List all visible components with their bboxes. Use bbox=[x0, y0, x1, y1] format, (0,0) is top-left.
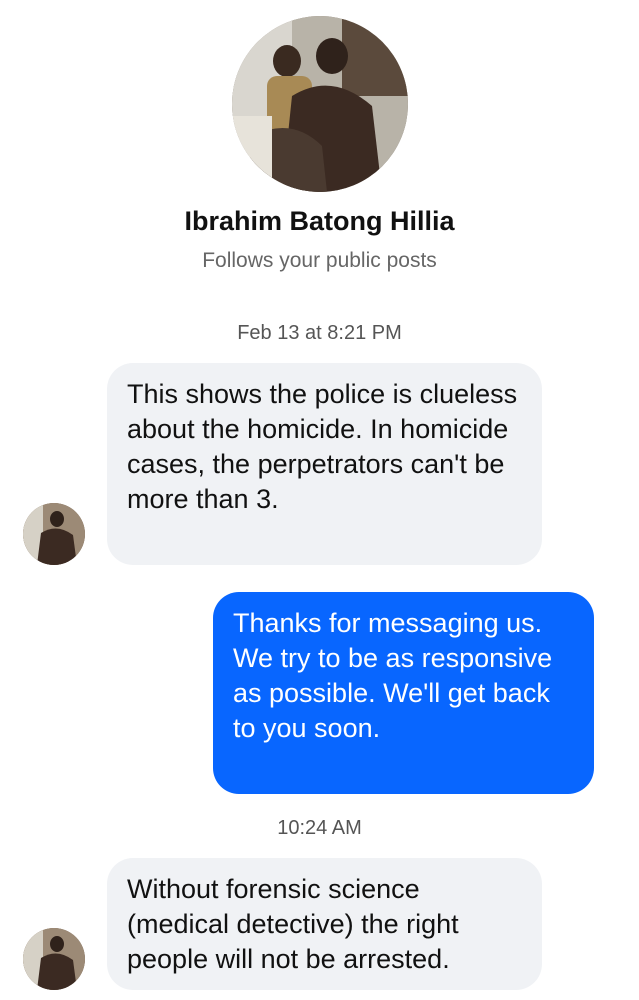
message-text: Without forensic science (medical detect… bbox=[127, 874, 459, 974]
timestamp: 10:24 AM bbox=[277, 817, 362, 839]
incoming-message-bubble[interactable]: Without forensic science (medical detect… bbox=[107, 858, 542, 990]
message-text: Thanks for messaging us. We try to be as… bbox=[233, 608, 553, 743]
sender-avatar[interactable] bbox=[23, 503, 85, 565]
message-text: This shows the police is clueless about … bbox=[127, 379, 518, 514]
contact-name: Ibrahim Batong Hillia bbox=[184, 206, 455, 236]
incoming-message-bubble[interactable]: This shows the police is clueless about … bbox=[107, 363, 542, 565]
profile-photo[interactable] bbox=[232, 16, 408, 192]
sender-avatar[interactable] bbox=[23, 928, 85, 990]
timestamp: Feb 13 at 8:21 PM bbox=[237, 322, 402, 344]
contact-subtitle: Follows your public posts bbox=[202, 249, 437, 272]
outgoing-message-bubble[interactable]: Thanks for messaging us. We try to be as… bbox=[213, 592, 594, 794]
